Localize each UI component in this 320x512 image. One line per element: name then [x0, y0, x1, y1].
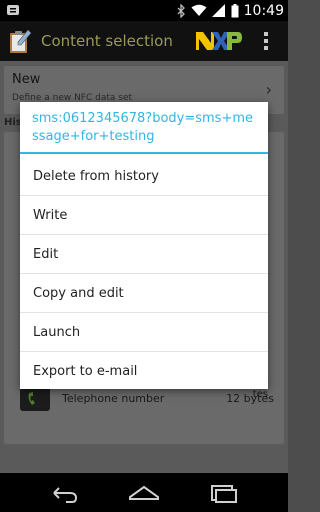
new-item-title: New [12, 72, 41, 87]
menu-item-export-to-email[interactable]: Export to e-mail [20, 352, 268, 391]
context-menu-dialog: sms:0612345678?body=sms+message+for+test… [20, 102, 268, 389]
menu-item-write[interactable]: Write [20, 196, 268, 235]
action-bar: Content selection [0, 21, 288, 61]
history-item-size: 12 bytes [226, 392, 274, 405]
signal-icon [211, 4, 225, 17]
app-title: Content selection [41, 32, 173, 50]
menu-item-launch[interactable]: Launch [20, 313, 268, 352]
overflow-menu-button[interactable] [258, 29, 274, 53]
context-menu: Delete from history Write Edit Copy and … [20, 157, 268, 391]
bluetooth-icon [177, 3, 185, 18]
chevron-right-icon: › [265, 80, 272, 99]
dialog-title: sms:0612345678?body=sms+message+for+test… [20, 102, 268, 154]
battery-icon [231, 3, 239, 17]
nxp-logo-icon [196, 32, 242, 50]
status-time: 10:49 [243, 2, 284, 19]
status-icons: 10:49 [177, 2, 284, 19]
back-icon[interactable] [46, 481, 82, 505]
history-item-label: Telephone number [62, 392, 165, 405]
android-notification-icon [7, 5, 19, 15]
app-clipboard-icon[interactable] [8, 28, 32, 54]
navigation-bar [0, 473, 288, 512]
overflow-dot [264, 46, 268, 50]
recent-apps-icon[interactable] [206, 481, 242, 505]
menu-item-copy-and-edit[interactable]: Copy and edit [20, 274, 268, 313]
menu-item-edit[interactable]: Edit [20, 235, 268, 274]
wifi-icon [191, 4, 207, 16]
home-icon[interactable] [126, 481, 162, 505]
overflow-dot [264, 32, 268, 36]
overflow-dot [264, 39, 268, 43]
menu-item-delete-from-history[interactable]: Delete from history [20, 157, 268, 196]
status-bar: 10:49 [0, 0, 288, 21]
